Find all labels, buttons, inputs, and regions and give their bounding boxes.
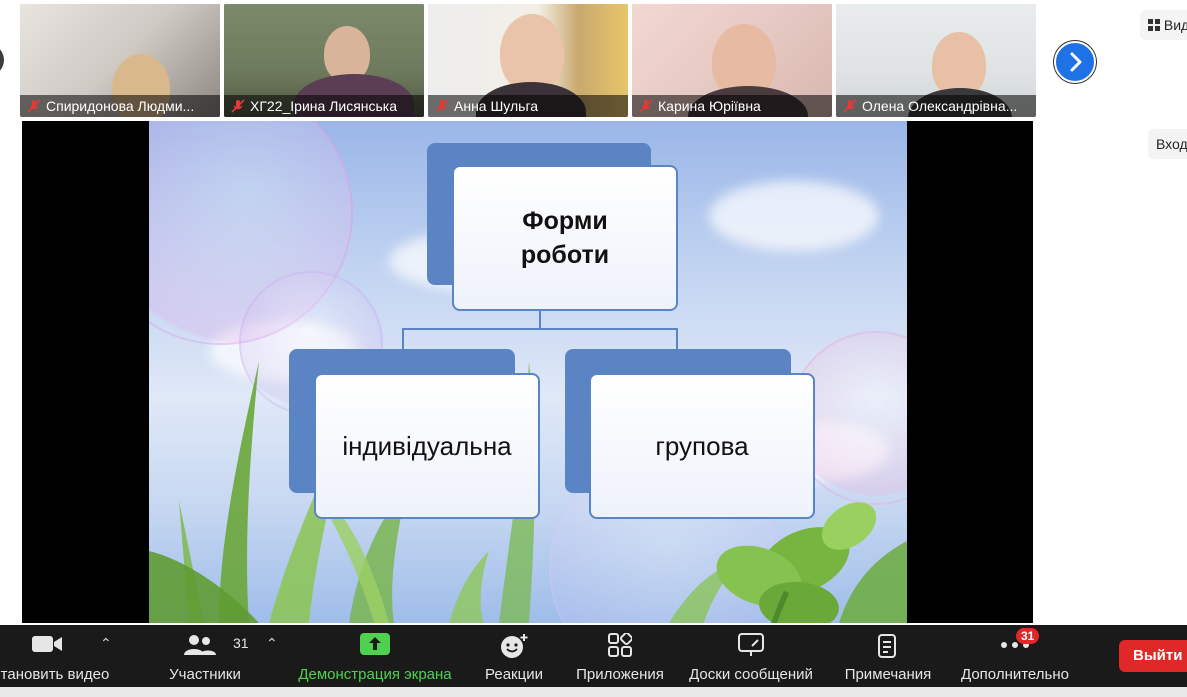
diagram-box-top-text: Форми роботи: [520, 207, 610, 269]
share-screen-icon: [360, 633, 390, 655]
mic-muted-icon: [231, 99, 245, 113]
mic-muted-icon: [435, 99, 449, 113]
diagram-box-right: групова: [589, 373, 815, 519]
participant-name: Олена Олександрівна...: [862, 98, 1018, 114]
view-label: Вид: [1163, 17, 1187, 33]
chevron-right-icon: [1070, 52, 1082, 72]
mic-muted-icon: [843, 99, 857, 113]
mic-muted-icon: [27, 99, 41, 113]
presentation-slide: Форми роботи індивідуальна групова: [149, 121, 907, 623]
participant-tile[interactable]: Спиридонова Людми...: [20, 4, 220, 117]
video-label: тановить видео: [0, 666, 110, 683]
next-page-button[interactable]: [1054, 41, 1096, 83]
participant-tile[interactable]: ХГ22_Ірина Лисянська: [224, 4, 424, 117]
share-screen-button[interactable]: Демонстрация экрана: [294, 625, 456, 687]
apps-icon: [608, 633, 632, 657]
diagram-box-top: Форми роботи: [452, 165, 678, 311]
notes-label: Примечания: [844, 666, 932, 683]
diagram-box-left: індивідуальна: [314, 373, 540, 519]
participant-tile[interactable]: Карина Юріївна: [632, 4, 832, 117]
view-button[interactable]: Вид: [1140, 10, 1187, 40]
participant-tile[interactable]: Анна Шульга: [428, 4, 628, 117]
smiley-icon: [501, 634, 528, 658]
apps-label: Приложения: [576, 666, 664, 683]
more-label: Дополнительно: [961, 666, 1069, 683]
reactions-button[interactable]: Реакции: [476, 625, 552, 687]
more-badge: 31: [1016, 628, 1040, 644]
video-camera-icon: [32, 636, 62, 652]
participant-name: Спиридонова Людми...: [46, 98, 195, 114]
participant-name: ХГ22_Ірина Лисянська: [250, 98, 398, 114]
participants-button[interactable]: 31 Участники: [160, 625, 250, 687]
participant-name: Карина Юріївна: [658, 98, 761, 114]
whiteboards-button[interactable]: Доски сообщений: [684, 625, 818, 687]
diagram-box-left-text: індивідуальна: [342, 430, 512, 461]
participant-name: Анна Шульга: [454, 98, 539, 114]
shared-screen: Форми роботи індивідуальна групова: [22, 121, 1033, 623]
participant-thumbnails: Спиридонова Людми... ХГ22_Ірина Лисянськ…: [0, 0, 1187, 120]
participant-video: [500, 14, 564, 92]
stop-video-button[interactable]: тановить видео: [0, 625, 110, 687]
notes-icon: [878, 634, 896, 658]
diagram-box-right-text: групова: [655, 430, 749, 461]
apps-button[interactable]: Приложения: [570, 625, 670, 687]
more-button[interactable]: Дополнительно: [954, 625, 1076, 687]
reactions-label: Реакции: [485, 666, 543, 683]
share-label: Демонстрация экрана: [298, 666, 452, 683]
participant-tile[interactable]: Олена Олександрівна...: [836, 4, 1036, 117]
grid-icon: [1148, 19, 1160, 31]
meeting-stage: Спиридонова Людми... ХГ22_Ірина Лисянськ…: [0, 0, 1187, 625]
chevron-up-icon[interactable]: ⌃: [100, 635, 112, 652]
mic-muted-icon: [639, 99, 653, 113]
input-label: Вход: [1156, 136, 1187, 152]
input-panel-button[interactable]: Вход: [1148, 129, 1187, 159]
whiteboard-icon: [738, 633, 764, 656]
notes-button[interactable]: Примечания: [836, 625, 940, 687]
participants-icon: [184, 635, 216, 655]
participants-label: Участники: [169, 666, 241, 683]
meeting-toolbar: тановить видео ⌃ 31 Участники ⌃ Демонстр…: [0, 625, 1187, 687]
participants-count: 31: [233, 635, 249, 651]
exit-button[interactable]: Выйти: [1119, 640, 1187, 672]
taskbar-strip: [0, 687, 1187, 697]
whiteboards-label: Доски сообщений: [689, 666, 813, 683]
chevron-up-icon[interactable]: ⌃: [266, 635, 278, 652]
